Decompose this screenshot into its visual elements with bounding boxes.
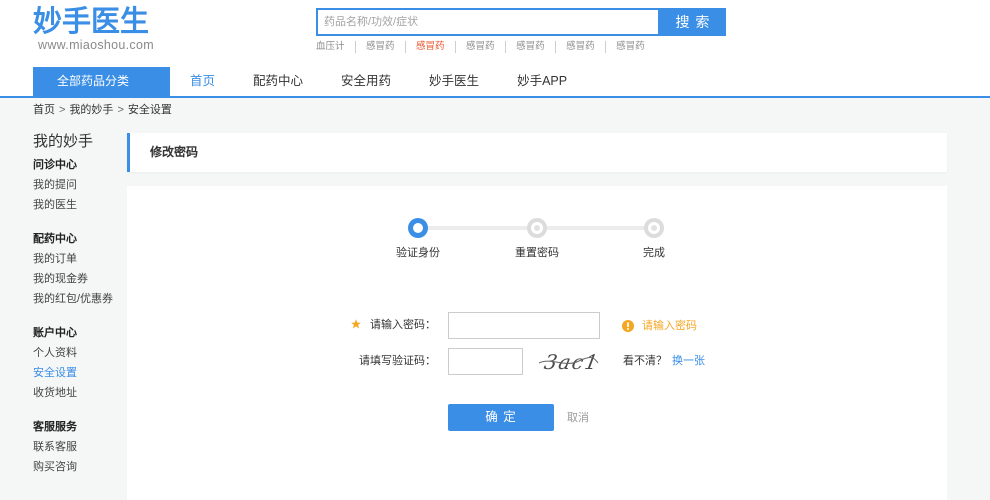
step-label: 重置密码 — [515, 247, 559, 259]
step-label: 验证身份 — [396, 247, 440, 259]
sidebar-item-red-packets[interactable]: 我的红包/优惠券 — [33, 289, 123, 309]
search-input[interactable] — [318, 10, 658, 34]
nav-item-pharmacy[interactable]: 配药中心 — [234, 67, 322, 96]
change-password-panel: 验证身份 重置密码 完成 请输入密码： 请输入密码 请填写验证码： 3ac1 看… — [127, 186, 947, 500]
breadcrumb-item-current: 安全设置 — [127, 104, 172, 116]
hot-keyword[interactable]: 感冒药 — [366, 41, 406, 53]
captcha-text: 3ac1 — [542, 350, 601, 374]
step-core — [651, 225, 657, 231]
sidebar-group-title: 配药中心 — [33, 233, 77, 245]
sidebar-item-cash-coupons[interactable]: 我的现金券 — [33, 269, 123, 289]
step-dot — [648, 222, 660, 234]
sidebar-group-title: 客服服务 — [33, 421, 77, 433]
sidebar-title: 我的妙手 — [33, 133, 94, 150]
hot-keyword[interactable]: 感冒药 — [466, 41, 506, 53]
main-nav: 全部药品分类 首页 配药中心 安全用药 妙手医生 妙手APP — [0, 67, 990, 96]
breadcrumb: 首页 > 我的妙手 > 安全设置 — [33, 103, 172, 117]
password-hint: 请输入密码 — [642, 320, 697, 332]
step-dot — [531, 222, 543, 234]
step-reset-password: 重置密码 — [497, 218, 577, 261]
breadcrumb-separator: > — [117, 104, 124, 116]
nav-items: 首页 配药中心 安全用药 妙手医生 妙手APP — [171, 67, 586, 96]
hot-keyword[interactable]: 感冒药 — [416, 41, 456, 53]
nav-item-home[interactable]: 首页 — [171, 67, 234, 96]
warning-icon — [622, 320, 634, 332]
breadcrumb-item[interactable]: 首页 — [33, 103, 55, 117]
step-label: 完成 — [643, 247, 665, 259]
nav-item-safe-medication[interactable]: 安全用药 — [322, 67, 410, 96]
site-header: 妙手医生 www.miaoshou.com 搜 索 血压计 感冒药 感冒药 感冒… — [0, 0, 990, 67]
page-title-panel: 修改密码 — [127, 133, 947, 172]
hot-keyword[interactable]: 感冒药 — [566, 41, 606, 53]
step-circle — [644, 218, 664, 238]
sidebar-group: 问诊中心 我的提问 我的医生 — [33, 155, 123, 215]
step-verify-identity: 验证身份 — [378, 218, 458, 261]
search-button[interactable]: 搜 索 — [660, 8, 726, 36]
site-logo[interactable]: 妙手医生 www.miaoshou.com — [33, 5, 154, 52]
sidebar-item-contact-support[interactable]: 联系客服 — [33, 437, 123, 457]
sidebar-group: 账户中心 个人资料 安全设置 收货地址 — [33, 323, 123, 403]
captcha-label: 请填写验证码： — [359, 355, 436, 367]
password-input[interactable] — [448, 312, 600, 339]
hot-keywords: 血压计 感冒药 感冒药 感冒药 感冒药 感冒药 感冒药 — [316, 41, 645, 53]
sidebar-group: 配药中心 我的订单 我的现金券 我的红包/优惠券 — [33, 229, 123, 309]
sidebar-item-my-doctors[interactable]: 我的医生 — [33, 195, 123, 215]
sidebar-item-my-questions[interactable]: 我的提问 — [33, 175, 123, 195]
captcha-image[interactable]: 3ac1 — [535, 348, 601, 375]
confirm-button[interactable]: 确 定 — [448, 404, 554, 431]
step-complete: 完成 — [614, 218, 694, 261]
sidebar-item-my-orders[interactable]: 我的订单 — [33, 249, 123, 269]
page-title: 修改密码 — [150, 145, 199, 159]
logo-url: www.miaoshou.com — [38, 38, 154, 52]
captcha-unclear-text: 看不清？ — [623, 355, 667, 367]
sidebar-item-security[interactable]: 安全设置 — [33, 363, 123, 383]
captcha-graphic: 3ac1 — [538, 350, 601, 374]
search-box — [316, 8, 660, 36]
nav-item-doctor[interactable]: 妙手医生 — [410, 67, 498, 96]
hot-keyword[interactable]: 血压计 — [316, 41, 356, 53]
cancel-link[interactable]: 取消 — [567, 410, 589, 426]
nav-item-app[interactable]: 妙手APP — [498, 67, 586, 96]
sidebar-group: 客服服务 联系客服 购买咨询 — [33, 417, 123, 477]
step-circle — [408, 218, 428, 238]
password-label: 请输入密码： — [370, 319, 436, 331]
hot-keyword[interactable]: 感冒药 — [616, 41, 645, 53]
captcha-refresh-link[interactable]: 换一张 — [672, 353, 705, 369]
hot-keyword[interactable]: 感冒药 — [516, 41, 556, 53]
sidebar-group-title: 问诊中心 — [33, 159, 77, 171]
all-categories-button[interactable]: 全部药品分类 — [33, 67, 170, 96]
captcha-input[interactable] — [448, 348, 523, 375]
logo-text: 妙手医生 — [33, 4, 150, 38]
step-core — [534, 225, 540, 231]
step-circle — [527, 218, 547, 238]
sidebar-item-address[interactable]: 收货地址 — [33, 383, 123, 403]
step-dot — [413, 223, 423, 233]
sidebar-item-profile[interactable]: 个人资料 — [33, 343, 123, 363]
sidebar-group-title: 账户中心 — [33, 327, 77, 339]
breadcrumb-separator: > — [59, 104, 66, 116]
breadcrumb-item[interactable]: 我的妙手 — [69, 103, 113, 117]
sidebar: 我的妙手 问诊中心 我的提问 我的医生 配药中心 我的订单 我的现金券 我的红包… — [33, 132, 123, 477]
sidebar-item-purchase-consult[interactable]: 购买咨询 — [33, 457, 123, 477]
